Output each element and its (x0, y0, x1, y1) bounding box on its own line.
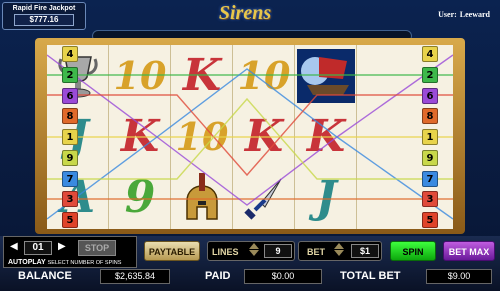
autoplay-decrease-icon[interactable]: ◀ (10, 241, 18, 252)
autoplay-increase-icon[interactable]: ▶ (58, 241, 66, 252)
lines-up-icon (249, 243, 259, 249)
autoplay-sublabel: SELECT NUMBER OF SPINS (47, 260, 122, 266)
symbol-k: K (244, 111, 284, 162)
balance-value: $2,635.84 (100, 269, 170, 284)
total-bet-label: TOTAL BET (340, 270, 401, 282)
symbol-k: K (182, 50, 222, 101)
reel-4: 10 K (233, 45, 295, 229)
autoplay-label: AUTOPLAY SELECT NUMBER OF SPINS (8, 259, 122, 266)
helmet-icon (171, 167, 233, 228)
symbol-a: A (47, 167, 109, 228)
symbol-10: 10 (175, 114, 229, 159)
symbol-k: K (120, 111, 160, 162)
user-name: Leeward (459, 10, 490, 19)
payline-number-left[interactable]: 5 (62, 212, 78, 228)
payline-number-right[interactable]: 3 (422, 191, 438, 207)
symbol-k: K (306, 111, 346, 162)
payline-number-right[interactable]: 9 (422, 150, 438, 166)
game-logo: Sirens (218, 2, 272, 24)
symbol-j: J (47, 106, 109, 167)
paid-label: PAID (205, 270, 231, 282)
jackpot-amount: $777.16 (14, 14, 74, 26)
spin-button[interactable]: SPIN (390, 241, 436, 261)
reel-1: J A (47, 45, 109, 229)
payline-number-right[interactable]: 8 (422, 108, 438, 124)
jackpot-display: Rapid Fire Jackpot $777.16 (2, 2, 86, 30)
jackpot-label: Rapid Fire Jackpot (12, 5, 76, 12)
symbol-10: 10 (237, 53, 291, 98)
trophy-icon (47, 45, 109, 106)
lines-label: LINES (212, 247, 239, 257)
bet-down-icon (334, 250, 344, 256)
bet-label: BET (307, 247, 325, 257)
dagger-icon (233, 167, 295, 228)
autoplay-control: ◀ 01 ▶ STOP AUTOPLAY SELECT NUMBER OF SP… (3, 236, 137, 268)
payline-number-right[interactable]: 7 (422, 171, 438, 187)
symbol-j: J (315, 172, 337, 223)
symbol-10: 10 (113, 53, 167, 98)
lines-control: LINES 9 (207, 241, 295, 261)
reel-2: 10 K 9 (109, 45, 171, 229)
payline-number-left[interactable]: 3 (62, 191, 78, 207)
payline-number-left[interactable]: 8 (62, 108, 78, 124)
bet-value: $1 (351, 244, 379, 258)
total-bet-value: $9.00 (426, 269, 492, 284)
user-label: User: (438, 10, 457, 19)
payline-number-left[interactable]: 4 (62, 46, 78, 62)
payline-number-left[interactable]: 7 (62, 171, 78, 187)
bet-max-button[interactable]: BET MAX (443, 241, 495, 261)
bet-control: BET $1 (298, 241, 382, 261)
symbol-9: 9 (124, 172, 156, 223)
payline-number-left[interactable]: 1 (62, 129, 78, 145)
ship-icon (295, 45, 357, 106)
payline-number-right[interactable]: 1 (422, 129, 438, 145)
autoplay-count: 01 (24, 241, 52, 255)
payline-number-left[interactable]: 2 (62, 67, 78, 83)
balance-label: BALANCE (18, 270, 72, 282)
payline-number-right[interactable]: 5 (422, 212, 438, 228)
payline-number-right[interactable]: 4 (422, 46, 438, 62)
payline-number-left[interactable]: 9 (62, 150, 78, 166)
reel-5: K J (295, 45, 357, 229)
lines-down-icon (249, 250, 259, 256)
payline-number-right[interactable]: 2 (422, 67, 438, 83)
paytable-button[interactable]: PAYTABLE (144, 241, 200, 261)
reel-3: K 10 (171, 45, 233, 229)
payline-number-left[interactable]: 6 (62, 88, 78, 104)
user-info: User: Leeward (438, 10, 490, 19)
reel-window[interactable]: J A 10 K 9 K 10 (47, 45, 453, 229)
game-screen: Rapid Fire Jackpot $777.16 Sirens User: L… (0, 0, 500, 291)
paid-value: $0.00 (244, 269, 322, 284)
payline-number-right[interactable]: 6 (422, 88, 438, 104)
bet-up-icon (334, 243, 344, 249)
stop-button[interactable]: STOP (78, 240, 116, 256)
lines-value: 9 (264, 244, 292, 258)
lines-stepper[interactable] (248, 242, 260, 260)
bet-stepper[interactable] (333, 242, 345, 260)
